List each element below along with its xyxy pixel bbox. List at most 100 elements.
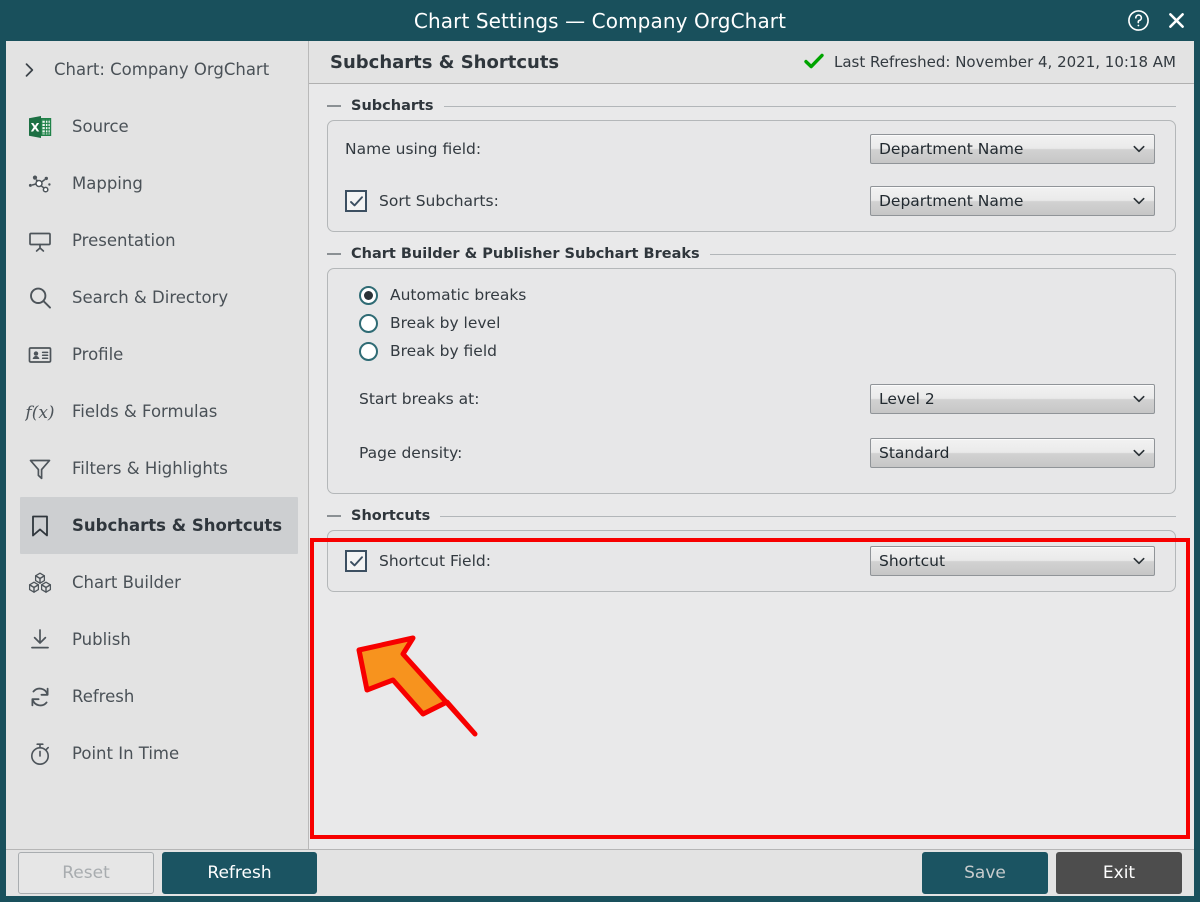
last-refreshed-status: Last Refreshed: November 4, 2021, 10:18 …: [803, 52, 1176, 73]
sort-subcharts-checkbox[interactable]: [345, 190, 367, 212]
radio-label: Automatic breaks: [390, 286, 527, 304]
dropdown-value: Department Name: [879, 192, 1024, 210]
sidebar-item-label: Chart Builder: [72, 573, 181, 592]
collapse-dash-icon: [327, 105, 341, 107]
refresh-cycle-icon: [24, 681, 56, 713]
page-title: Subcharts & Shortcuts: [330, 51, 560, 73]
sidebar-item-point-in-time[interactable]: Point In Time: [20, 725, 298, 782]
row-shortcut-field: Shortcut Field: Shortcut: [328, 531, 1175, 591]
shortcut-field-checkbox[interactable]: [345, 550, 367, 572]
sidebar-item-label: Fields & Formulas: [72, 402, 218, 421]
legend-rule: [709, 253, 1176, 255]
sort-subcharts-checkbox-wrap[interactable]: Sort Subcharts:: [345, 190, 499, 212]
titlebar-actions: [1126, 0, 1188, 41]
page-density-label: Page density:: [359, 444, 463, 462]
exit-button[interactable]: Exit: [1056, 852, 1182, 894]
row-name-using-field: Name using field: Department Name: [328, 121, 1175, 177]
dropdown-value: Standard: [879, 444, 950, 462]
id-card-icon: [24, 339, 56, 371]
row-page-density: Page density: Standard: [328, 427, 1175, 479]
group-subcharts: Subcharts Name using field: Department N…: [327, 98, 1176, 232]
legend-rule: [440, 515, 1176, 517]
refresh-button[interactable]: Refresh: [162, 852, 317, 894]
help-circle-icon[interactable]: [1126, 9, 1150, 33]
sidebar-item-source[interactable]: X Source: [20, 98, 298, 155]
sidebar-item-label: Presentation: [72, 231, 176, 250]
function-fx-icon: ƒ(x): [24, 396, 56, 428]
bookmark-icon: [24, 510, 56, 542]
radio-dot: [364, 290, 373, 300]
sidebar-item-label: Search & Directory: [72, 288, 229, 307]
sidebar-chart-selector[interactable]: Chart: Company OrgChart: [6, 41, 308, 98]
group-subchart-breaks: Chart Builder & Publisher Subchart Break…: [327, 246, 1176, 494]
sidebar-item-label: Source: [72, 117, 129, 136]
sidebar-item-profile[interactable]: Profile: [20, 326, 298, 383]
dropdown-value: Shortcut: [879, 552, 946, 570]
group-legend-shortcuts: Shortcuts: [327, 508, 1176, 524]
sidebar-item-publish[interactable]: Publish: [20, 611, 298, 668]
window-body: Chart: Company OrgChart X Source Mapping…: [6, 41, 1194, 896]
save-button[interactable]: Save: [922, 852, 1048, 894]
sidebar-item-refresh[interactable]: Refresh: [20, 668, 298, 725]
sidebar-item-chart-builder[interactable]: Chart Builder: [20, 554, 298, 611]
radio-label: Break by field: [390, 342, 497, 360]
row-start-breaks-at: Start breaks at: Level 2: [328, 371, 1175, 427]
close-icon[interactable]: [1164, 9, 1188, 33]
shortcut-field-dropdown[interactable]: Shortcut: [870, 546, 1155, 576]
sidebar-item-subcharts-shortcuts[interactable]: Subcharts & Shortcuts: [20, 497, 298, 554]
radio-automatic-breaks[interactable]: Automatic breaks: [359, 281, 1175, 309]
radio-indicator[interactable]: [359, 285, 378, 305]
group-legend-label: Shortcuts: [351, 508, 431, 524]
sidebar-item-mapping[interactable]: Mapping: [20, 155, 298, 212]
chevron-right-icon: [18, 59, 40, 81]
sidebar-chart-label: Chart: Company OrgChart: [54, 60, 270, 79]
name-using-field-dropdown[interactable]: Department Name: [870, 134, 1155, 164]
radio-label: Break by level: [390, 314, 501, 332]
sidebar-item-presentation[interactable]: Presentation: [20, 212, 298, 269]
radio-indicator[interactable]: [359, 313, 378, 333]
page-density-dropdown[interactable]: Standard: [870, 438, 1155, 468]
dropdown-value: Level 2: [879, 390, 935, 408]
stopwatch-icon: [24, 738, 56, 770]
group-shortcuts: Shortcuts Shortcut Field: Shortcut: [327, 508, 1176, 592]
group-box-shortcuts: Shortcut Field: Shortcut: [327, 530, 1176, 592]
last-refreshed-text: Last Refreshed: November 4, 2021, 10:18 …: [833, 53, 1176, 71]
window-titlebar: Chart Settings — Company OrgChart: [0, 0, 1200, 41]
settings-content: Subcharts Name using field: Department N…: [309, 84, 1194, 592]
svg-text:ƒ(x): ƒ(x): [25, 403, 55, 423]
magnifier-icon: [24, 282, 56, 314]
sidebar-item-label: Point In Time: [72, 744, 180, 763]
sort-subcharts-dropdown[interactable]: Department Name: [870, 186, 1155, 216]
sort-subcharts-label: Sort Subcharts:: [379, 192, 499, 210]
sidebar-item-search-directory[interactable]: Search & Directory: [20, 269, 298, 326]
collapse-dash-icon: [327, 253, 341, 255]
sidebar-item-label: Publish: [72, 630, 131, 649]
chart-settings-window: Chart Settings — Company OrgChart Chart:…: [0, 0, 1200, 902]
sidebar-item-label: Refresh: [72, 687, 135, 706]
reset-button[interactable]: Reset: [18, 852, 154, 894]
radio-indicator[interactable]: [359, 341, 378, 361]
sidebar-item-label: Profile: [72, 345, 124, 364]
radio-break-by-field[interactable]: Break by field: [359, 337, 1175, 365]
break-mode-radio-group: Automatic breaks Break by level Break by…: [328, 281, 1175, 365]
main-header: Subcharts & Shortcuts Last Refreshed: No…: [309, 41, 1194, 84]
sidebar-item-filters-highlights[interactable]: Filters & Highlights: [20, 440, 298, 497]
name-using-field-label: Name using field:: [345, 140, 482, 158]
dialog-footer: Reset Refresh Save Exit: [6, 849, 1194, 896]
funnel-icon: [24, 453, 56, 485]
sidebar-item-fields-formulas[interactable]: ƒ(x) Fields & Formulas: [20, 383, 298, 440]
chevron-down-icon: [1124, 445, 1154, 461]
dropdown-value: Department Name: [879, 140, 1024, 158]
svg-text:X: X: [31, 120, 40, 134]
chevron-down-icon: [1124, 193, 1154, 209]
sidebar-item-label: Subcharts & Shortcuts: [72, 516, 283, 535]
settings-main-panel: Subcharts & Shortcuts Last Refreshed: No…: [309, 41, 1194, 849]
shortcut-field-checkbox-wrap[interactable]: Shortcut Field:: [345, 550, 491, 572]
blocks-icon: [24, 567, 56, 599]
node-graph-icon: [24, 168, 56, 200]
start-breaks-at-dropdown[interactable]: Level 2: [870, 384, 1155, 414]
radio-break-by-level[interactable]: Break by level: [359, 309, 1175, 337]
shortcut-field-label: Shortcut Field:: [379, 552, 491, 570]
window-title: Chart Settings — Company OrgChart: [413, 8, 787, 33]
legend-rule: [443, 105, 1176, 107]
